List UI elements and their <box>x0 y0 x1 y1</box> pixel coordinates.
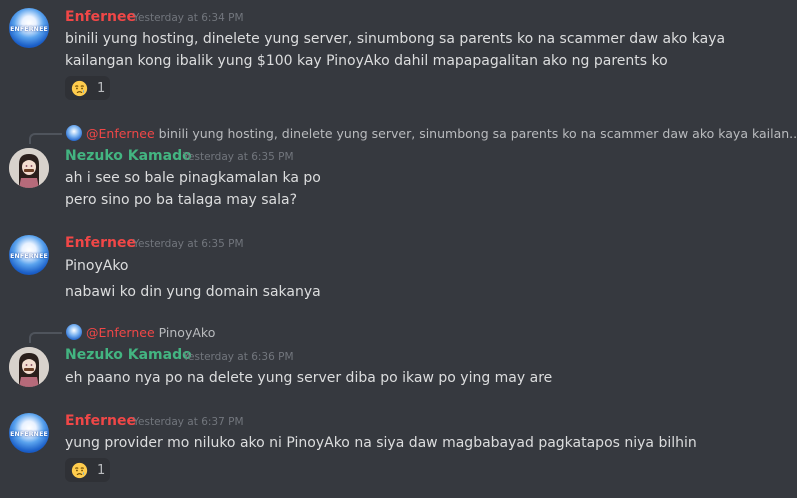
timestamp: Yesterday at 6:36 PM <box>183 351 294 363</box>
reaction-button[interactable]: 1 <box>65 76 110 100</box>
reaction-button[interactable]: 1 <box>65 458 110 482</box>
disappointed-relieved-emoji-icon <box>71 462 88 478</box>
message-line: PinoyAko <box>65 258 129 274</box>
timestamp: Yesterday at 6:35 PM <box>183 151 294 163</box>
timestamp: Yesterday at 6:34 PM <box>133 12 244 24</box>
reply-reference[interactable]: @Enfernee binili yung hosting, dinelete … <box>66 125 797 141</box>
author-name[interactable]: Enfernee <box>65 413 136 429</box>
reply-avatar-icon <box>66 125 82 141</box>
enfernee-avatar[interactable]: ENFERNEE <box>9 8 49 48</box>
reaction-count: 1 <box>97 462 106 478</box>
author-name[interactable]: Enfernee <box>65 235 136 251</box>
timestamp: Yesterday at 6:35 PM <box>133 238 244 250</box>
author-name[interactable]: Nezuko Kamado <box>65 148 192 164</box>
nezuko-avatar[interactable] <box>9 148 49 188</box>
reply-reference[interactable]: @Enfernee PinoyAko <box>66 324 215 340</box>
reply-spine <box>29 332 62 343</box>
message-line: ah i see so bale pinagkamalan ka po <box>65 170 321 186</box>
message-line: eh paano nya po na delete yung server di… <box>65 370 553 386</box>
message-line: yung provider mo niluko ako ni PinoyAko … <box>65 435 697 451</box>
message-line: kailangan kong ibalik yung $100 kay Pino… <box>65 53 668 69</box>
enfernee-avatar[interactable]: ENFERNEE <box>9 235 49 275</box>
reaction-count: 1 <box>97 80 106 96</box>
enfernee-avatar-logo: ENFERNEE <box>10 430 48 438</box>
message-line: pero sino po ba talaga may sala? <box>65 192 298 208</box>
timestamp: Yesterday at 6:37 PM <box>133 416 244 428</box>
nezuko-portrait-icon <box>9 347 49 387</box>
reply-avatar-icon <box>66 324 82 340</box>
nezuko-avatar[interactable] <box>9 347 49 387</box>
disappointed-relieved-emoji-icon <box>71 80 88 96</box>
message-line: binili yung hosting, dinelete yung serve… <box>65 31 726 47</box>
author-name[interactable]: Enfernee <box>65 9 136 25</box>
message-line: nabawi ko din yung domain sakanya <box>65 284 321 300</box>
enfernee-avatar-logo: ENFERNEE <box>10 252 48 260</box>
reply-mention[interactable]: @Enfernee <box>86 325 155 340</box>
author-name[interactable]: Nezuko Kamado <box>65 347 192 363</box>
enfernee-avatar[interactable]: ENFERNEE <box>9 413 49 453</box>
nezuko-portrait-icon <box>9 148 49 188</box>
reply-spine <box>29 133 62 144</box>
reply-preview[interactable]: binili yung hosting, dinelete yung serve… <box>159 126 797 141</box>
enfernee-avatar-logo: ENFERNEE <box>10 25 48 33</box>
reply-preview[interactable]: PinoyAko <box>159 325 216 340</box>
reply-mention[interactable]: @Enfernee <box>86 126 155 141</box>
